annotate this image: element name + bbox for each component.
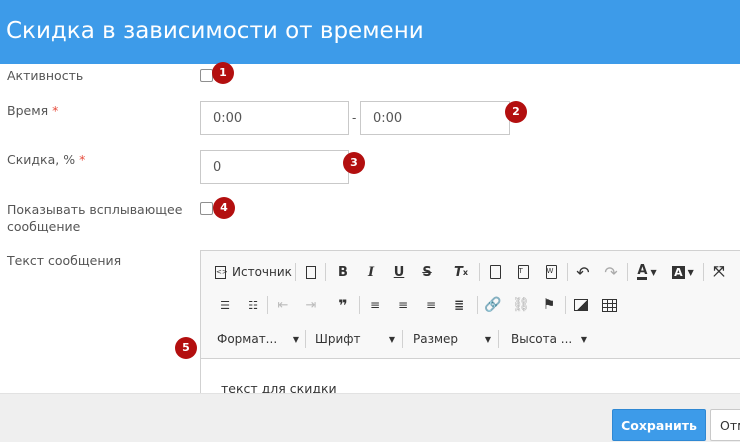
blockquote-icon[interactable]: ❞ <box>333 295 353 315</box>
align-left-icon[interactable]: ≡ <box>365 295 385 315</box>
editor-toolbar: <> Источник B I U S Tx T W ↶ ↷ A ▼ A ▼ ⤧ ☰… <box>201 251 740 359</box>
italic-icon[interactable]: I <box>361 262 381 282</box>
anchor-icon[interactable]: ⚑ <box>539 295 559 315</box>
time-separator: - <box>352 110 357 125</box>
discount-input[interactable] <box>200 150 349 184</box>
annotation-badge-1: 1 <box>212 62 234 84</box>
strikethrough-icon[interactable]: S <box>417 262 437 282</box>
table-icon[interactable] <box>599 295 619 315</box>
indent-icon[interactable]: ⇥ <box>301 295 321 315</box>
chevron-down-icon: ▼ <box>388 334 395 344</box>
rich-text-editor: <> Источник B I U S Tx T W ↶ ↷ A ▼ A ▼ ⤧ ☰… <box>200 250 740 410</box>
time-to-input[interactable] <box>360 101 510 135</box>
justify-icon[interactable]: ≣ <box>449 295 469 315</box>
annotation-badge-2: 2 <box>505 101 527 123</box>
discount-label: Скидка, % * <box>7 152 86 167</box>
popup-checkbox[interactable] <box>200 202 213 215</box>
annotation-badge-5: 5 <box>175 337 197 359</box>
source-icon: <> <box>215 265 228 279</box>
font-combo[interactable]: Шрифт ▼ <box>315 329 395 349</box>
chevron-down-icon: ▼ <box>292 334 299 344</box>
annotation-badge-4: 4 <box>213 197 235 219</box>
source-button[interactable]: <> Источник <box>215 262 292 282</box>
paste-word-icon[interactable]: W <box>541 262 561 282</box>
chevron-down-icon: ▼ <box>580 334 587 344</box>
underline-icon[interactable]: U <box>389 262 409 282</box>
chevron-down-icon: ▼ <box>484 334 491 344</box>
height-combo[interactable]: Высота ... ▼ <box>511 329 587 349</box>
save-button[interactable]: Сохранить <box>612 409 706 441</box>
active-checkbox[interactable] <box>200 69 213 82</box>
document-icon[interactable] <box>301 262 321 282</box>
paste-icon[interactable] <box>485 262 505 282</box>
dialog-header: Скидка в зависимости от времени <box>0 0 740 64</box>
remove-format-icon[interactable]: Tx <box>451 262 471 282</box>
time-label: Время * <box>7 103 59 118</box>
text-color-icon[interactable]: A ▼ <box>633 262 661 282</box>
numbered-list-icon[interactable]: ☰ <box>215 295 235 315</box>
maximize-icon[interactable]: ⤧ <box>709 262 729 282</box>
time-from-input[interactable] <box>200 101 349 135</box>
paste-text-icon[interactable]: T <box>513 262 533 282</box>
bg-color-icon[interactable]: A ▼ <box>669 262 697 282</box>
active-label: Активность <box>7 68 84 83</box>
required-mark: * <box>52 103 59 118</box>
bold-icon[interactable]: B <box>333 262 353 282</box>
redo-icon[interactable]: ↷ <box>601 262 621 282</box>
align-center-icon[interactable]: ≡ <box>393 295 413 315</box>
undo-icon[interactable]: ↶ <box>573 262 593 282</box>
size-combo[interactable]: Размер ▼ <box>413 329 491 349</box>
align-right-icon[interactable]: ≡ <box>421 295 441 315</box>
format-combo[interactable]: Формат... ▼ <box>217 329 299 349</box>
annotation-badge-3: 3 <box>343 152 365 174</box>
image-icon[interactable] <box>571 295 591 315</box>
bulleted-list-icon[interactable]: ☷ <box>243 295 263 315</box>
outdent-icon[interactable]: ⇤ <box>273 295 293 315</box>
message-label: Текст сообщения <box>7 253 122 268</box>
popup-label: Показывать всплывающее сообщение <box>7 202 183 234</box>
required-mark: * <box>79 152 86 167</box>
link-icon[interactable]: 🔗 <box>483 295 503 315</box>
dialog-title: Скидка в зависимости от времени <box>6 18 424 44</box>
unlink-icon[interactable]: ⛓ <box>511 295 531 315</box>
cancel-button[interactable]: Отм <box>710 409 740 441</box>
